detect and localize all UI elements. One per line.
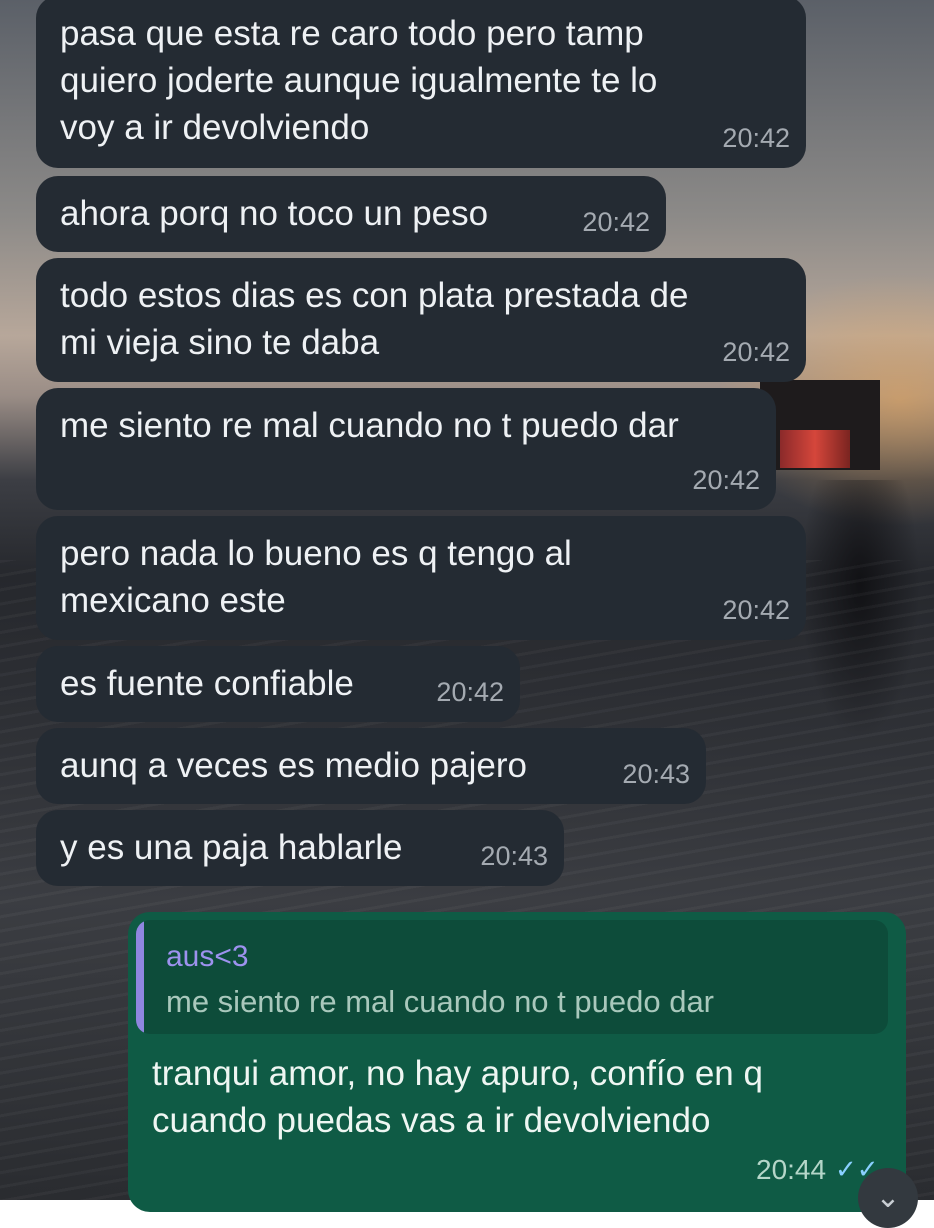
message-bubble[interactable]: es fuente confiable 20:42 (36, 646, 520, 722)
message-bubble[interactable]: aunq a veces es medio pajero 20:43 (36, 728, 706, 804)
message-time: 20:42 (722, 595, 790, 625)
scroll-down-button[interactable]: ⌄ (858, 1168, 918, 1228)
reply-quote[interactable]: aus<3 me siento re mal cuando no t puedo… (136, 920, 888, 1034)
message-time: 20:42 (582, 207, 650, 237)
outgoing-message-bubble[interactable]: aus<3 me siento re mal cuando no t puedo… (128, 912, 906, 1212)
message-bubble[interactable]: todo estos dias es con plata prestada de… (36, 258, 806, 382)
message-time: 20:42 (722, 337, 790, 367)
wallpaper-screen (780, 430, 850, 468)
message-time: 20:42 (692, 465, 760, 495)
message-time: 20:42 (436, 677, 504, 707)
message-text: me siento re mal cuando no t puedo dar (60, 406, 679, 445)
message-bubble[interactable]: pero nada lo bueno es q tengo al mexican… (36, 516, 806, 640)
message-time: 20:44 (756, 1154, 827, 1185)
message-bubble[interactable]: y es una paja hablarle 20:43 (36, 810, 564, 886)
chevron-down-icon: ⌄ (875, 1181, 901, 1214)
message-time: 20:42 (722, 123, 790, 153)
message-bubble[interactable]: me siento re mal cuando no t puedo dar 2… (36, 388, 776, 510)
quote-text: me siento re mal cuando no t puedo dar (166, 984, 715, 1019)
message-text: y es una paja hablarle (60, 828, 403, 867)
message-text: tranqui amor, no hay apuro, confío en q … (152, 1054, 763, 1140)
message-text: pasa que esta re caro todo pero tamp qui… (60, 14, 658, 147)
quote-accent-bar (136, 920, 144, 1034)
quote-author: aus<3 (166, 940, 249, 973)
message-time: 20:43 (480, 841, 548, 871)
message-bubble[interactable]: ahora porq no toco un peso 20:42 (36, 176, 666, 252)
message-bubble[interactable]: pasa que esta re caro todo pero tamp qui… (36, 0, 806, 168)
message-text: pero nada lo bueno es q tengo al mexican… (60, 534, 572, 620)
message-text: todo estos dias es con plata prestada de… (60, 276, 689, 362)
message-text: aunq a veces es medio pajero (60, 746, 527, 785)
message-text: ahora porq no toco un peso (60, 194, 489, 233)
message-time: 20:43 (622, 759, 690, 789)
message-text: es fuente confiable (60, 664, 354, 703)
